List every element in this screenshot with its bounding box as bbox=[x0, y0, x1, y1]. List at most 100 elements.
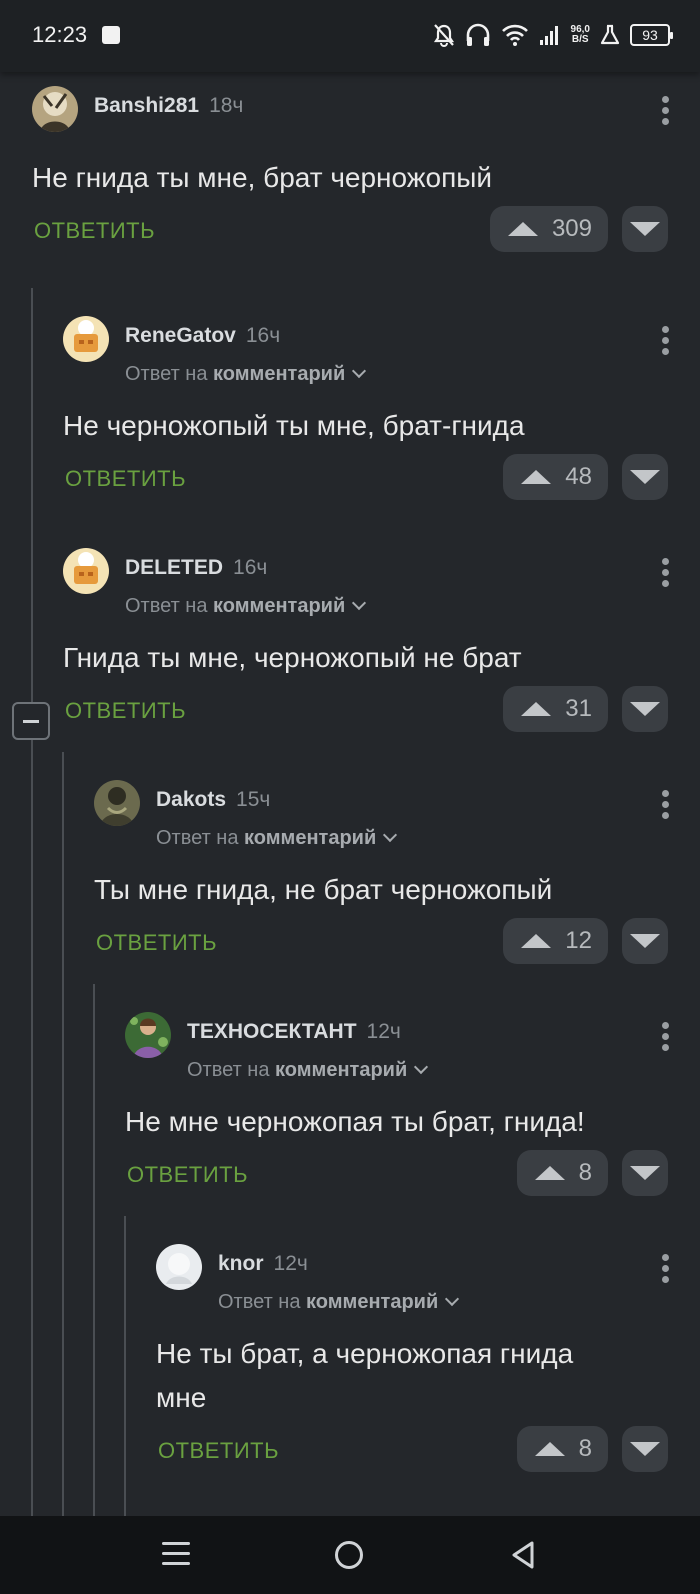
reply-to[interactable]: Ответ на комментарий bbox=[125, 363, 367, 386]
comment-footer: ОТВЕТИТЬ 12 bbox=[94, 918, 700, 968]
downvote-button[interactable] bbox=[622, 454, 668, 500]
reply-to-link[interactable]: комментарий bbox=[275, 1059, 407, 1081]
comment-thread[interactable]: Banshi281 18ч Не гнида ты мне, брат черно… bbox=[0, 72, 700, 1516]
more-options-icon[interactable] bbox=[662, 1022, 670, 1052]
author-name[interactable]: Banshi281 bbox=[94, 94, 199, 117]
chevron-down-icon[interactable] bbox=[352, 363, 367, 379]
headphones-icon bbox=[466, 23, 489, 46]
avatar[interactable] bbox=[63, 548, 109, 594]
avatar[interactable] bbox=[156, 1244, 202, 1290]
upvote-button[interactable]: 309 bbox=[489, 206, 608, 252]
downvote-button[interactable] bbox=[622, 1426, 668, 1472]
author-name[interactable]: DELETED bbox=[125, 556, 223, 579]
reply-button[interactable]: ОТВЕТИТЬ bbox=[34, 218, 155, 244]
status-bar: 12:23 96,0 B/S 93 bbox=[0, 0, 700, 72]
arrow-down-icon bbox=[630, 1442, 660, 1456]
reply-button[interactable]: ОТВЕТИТЬ bbox=[158, 1438, 279, 1464]
recent-apps-icon[interactable] bbox=[158, 1537, 194, 1573]
signal-icon bbox=[539, 26, 558, 45]
reply-to-link[interactable]: комментарий bbox=[213, 363, 345, 385]
more-options-icon[interactable] bbox=[662, 96, 670, 126]
reply-to-link[interactable]: комментарий bbox=[244, 827, 376, 849]
comment-footer: ОТВЕТИТЬ 31 bbox=[63, 686, 700, 736]
comment-time: 18ч bbox=[209, 94, 244, 117]
comment-text: Не черножопый ты мне, брат-гнида bbox=[63, 410, 525, 441]
avatar[interactable] bbox=[63, 316, 109, 362]
reply-to-prefix: Ответ на bbox=[218, 1291, 301, 1313]
chevron-down-icon[interactable] bbox=[352, 595, 367, 611]
upvote-button[interactable]: 31 bbox=[503, 686, 608, 732]
reply-to[interactable]: Ответ на комментарий bbox=[156, 827, 398, 850]
upvote-button[interactable]: 8 bbox=[516, 1150, 608, 1196]
comment: Dakots 15ч Ответ на комментарий Ты мне гн… bbox=[94, 780, 700, 968]
comment-author[interactable]: ReneGatov 16ч bbox=[125, 324, 280, 348]
author-name[interactable]: ReneGatov bbox=[125, 324, 236, 347]
comment-header: ReneGatov 16ч Ответ на комментарий bbox=[63, 316, 700, 396]
comment-time: 12ч bbox=[273, 1252, 308, 1275]
arrow-down-icon bbox=[630, 934, 660, 948]
notifications-off-icon bbox=[433, 24, 454, 47]
downvote-button[interactable] bbox=[622, 918, 668, 964]
chevron-down-icon[interactable] bbox=[445, 1291, 460, 1307]
more-options-icon[interactable] bbox=[662, 326, 670, 356]
comment-footer: ОТВЕТИТЬ 309 bbox=[32, 206, 700, 256]
comment-time: 16ч bbox=[245, 324, 281, 347]
back-icon[interactable] bbox=[506, 1537, 542, 1573]
chevron-down-icon[interactable] bbox=[383, 827, 398, 843]
arrow-down-icon bbox=[630, 702, 660, 716]
vote-count: 31 bbox=[565, 695, 592, 722]
avatar[interactable] bbox=[32, 86, 78, 132]
comment-footer: ОТВЕТИТЬ 48 bbox=[63, 454, 700, 504]
arrow-down-icon bbox=[630, 1166, 660, 1180]
comment-author[interactable]: ТЕХНОСЕКТАНТ 12ч bbox=[187, 1020, 401, 1044]
home-icon[interactable] bbox=[331, 1537, 367, 1573]
reply-to[interactable]: Ответ на комментарий bbox=[218, 1291, 460, 1314]
author-name[interactable]: knor bbox=[218, 1252, 264, 1275]
vote-controls: 309 bbox=[489, 206, 668, 252]
reply-to[interactable]: Ответ на комментарий bbox=[125, 595, 367, 618]
arrow-up-icon bbox=[507, 222, 538, 236]
reply-button[interactable]: ОТВЕТИТЬ bbox=[65, 466, 186, 492]
vote-count: 309 bbox=[551, 215, 592, 242]
avatar[interactable] bbox=[125, 1012, 171, 1058]
comment-footer: ОТВЕТИТЬ 8 bbox=[156, 1426, 700, 1476]
avatar[interactable] bbox=[94, 780, 140, 826]
comment-header: Banshi281 18ч bbox=[32, 86, 700, 166]
reply-button[interactable]: ОТВЕТИТЬ bbox=[65, 698, 186, 724]
more-options-icon[interactable] bbox=[662, 1254, 670, 1284]
more-options-icon[interactable] bbox=[662, 790, 670, 820]
status-icons: 96,0 B/S 93 bbox=[433, 20, 673, 50]
collapse-thread-button[interactable] bbox=[12, 702, 50, 740]
upvote-button[interactable]: 8 bbox=[516, 1426, 608, 1472]
reply-to-prefix: Ответ на bbox=[187, 1059, 270, 1081]
more-options-icon[interactable] bbox=[662, 558, 670, 588]
vote-controls: 12 bbox=[503, 918, 668, 964]
reply-to-link[interactable]: комментарий bbox=[306, 1291, 438, 1313]
downvote-button[interactable] bbox=[622, 206, 668, 252]
comment-time: 15ч bbox=[236, 788, 271, 811]
upvote-button[interactable]: 12 bbox=[503, 918, 608, 964]
author-name[interactable]: ТЕХНОСЕКТАНТ bbox=[187, 1020, 357, 1043]
reply-to-prefix: Ответ на bbox=[125, 595, 208, 617]
upvote-button[interactable]: 48 bbox=[503, 454, 608, 500]
comment-time: 16ч bbox=[233, 556, 268, 579]
system-nav-bar bbox=[0, 1516, 700, 1594]
comment-author[interactable]: knor 12ч bbox=[218, 1252, 308, 1276]
reply-button[interactable]: ОТВЕТИТЬ bbox=[96, 930, 217, 956]
downvote-button[interactable] bbox=[622, 686, 668, 732]
vote-controls: 31 bbox=[503, 686, 668, 732]
comment-author[interactable]: Dakots 15ч bbox=[156, 788, 270, 812]
reply-to[interactable]: Ответ на комментарий bbox=[187, 1059, 429, 1082]
chevron-down-icon[interactable] bbox=[414, 1059, 429, 1075]
comment-text: Не мне черножопая ты брат, гнида! bbox=[125, 1106, 585, 1137]
comment-author[interactable]: DELETED 16ч bbox=[125, 556, 267, 580]
thread-line bbox=[31, 288, 33, 1516]
reply-to-link[interactable]: комментарий bbox=[213, 595, 345, 617]
reply-to-prefix: Ответ на bbox=[125, 363, 208, 385]
reply-button[interactable]: ОТВЕТИТЬ bbox=[127, 1162, 248, 1188]
comment-author[interactable]: Banshi281 18ч bbox=[94, 94, 243, 118]
net-speed: 96,0 B/S bbox=[571, 25, 590, 45]
downvote-button[interactable] bbox=[622, 1150, 668, 1196]
author-name[interactable]: Dakots bbox=[156, 788, 226, 811]
comment-header: ТЕХНОСЕКТАНТ 12ч Ответ на комментарий bbox=[125, 1012, 700, 1092]
